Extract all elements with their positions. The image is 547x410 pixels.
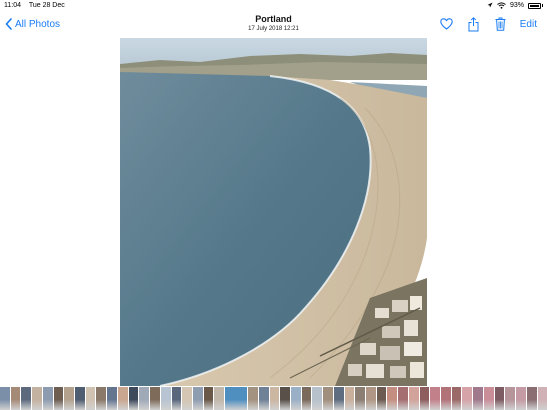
thumbnail[interactable] xyxy=(85,387,96,410)
thumbnail[interactable] xyxy=(505,387,516,410)
thumbnail[interactable] xyxy=(473,387,483,410)
thumbnail[interactable] xyxy=(301,387,312,410)
thumbnail[interactable] xyxy=(171,387,182,410)
thumbnail[interactable] xyxy=(64,387,75,410)
status-left: 11:04 Tue 28 Dec xyxy=(4,0,71,11)
status-right: 93% xyxy=(487,0,543,11)
thumbnail[interactable] xyxy=(537,387,547,410)
battery-icon xyxy=(528,2,541,9)
status-bar: 11:04 Tue 28 Dec 93% xyxy=(0,0,547,11)
thumbnail[interactable] xyxy=(516,387,526,410)
thumbnail[interactable] xyxy=(53,387,64,410)
thumbnail-current[interactable] xyxy=(224,386,249,410)
thumbnail[interactable] xyxy=(366,387,376,410)
status-date: Tue 28 Dec xyxy=(28,2,65,9)
trash-icon xyxy=(495,17,506,31)
back-button[interactable]: All Photos xyxy=(5,15,60,33)
thumbnail[interactable] xyxy=(398,387,408,410)
nav-actions: Edit xyxy=(427,15,537,33)
thumbnail[interactable] xyxy=(483,387,494,410)
main-photo[interactable] xyxy=(120,38,427,386)
thumbnail[interactable] xyxy=(75,387,85,410)
thumbnail[interactable] xyxy=(441,387,451,410)
thumbnail[interactable] xyxy=(0,387,10,410)
thumbnail[interactable] xyxy=(96,387,107,410)
thumbnail[interactable] xyxy=(312,387,323,410)
thumbnail[interactable] xyxy=(355,387,365,410)
thumbnail[interactable] xyxy=(526,387,537,410)
nav-bar: All Photos Portland 17 July 2018 12:21 E… xyxy=(0,11,547,38)
thumbnail[interactable] xyxy=(32,387,42,410)
share-button[interactable] xyxy=(467,16,481,32)
thumbnail[interactable] xyxy=(258,387,269,410)
location-icon xyxy=(487,2,493,8)
thumbnail[interactable] xyxy=(214,387,225,410)
chevron-left-icon xyxy=(5,18,12,30)
thumbnail[interactable] xyxy=(248,387,258,410)
thumbnail[interactable] xyxy=(139,387,150,410)
thumbnail[interactable] xyxy=(10,387,21,410)
thumbnail[interactable] xyxy=(203,387,214,410)
delete-button[interactable] xyxy=(494,16,508,32)
thumbnail[interactable] xyxy=(494,387,505,410)
thumbnail[interactable] xyxy=(408,387,419,410)
thumbnail[interactable] xyxy=(451,387,462,410)
edit-button[interactable]: Edit xyxy=(520,19,537,30)
thumbnail[interactable] xyxy=(387,387,398,410)
thumbnail[interactable] xyxy=(376,387,387,410)
page-title: Portland xyxy=(255,14,292,24)
share-icon xyxy=(468,16,479,31)
thumbnail[interactable] xyxy=(128,387,139,410)
thumbnail[interactable] xyxy=(150,387,160,410)
thumbnail[interactable] xyxy=(42,387,53,410)
back-label: All Photos xyxy=(15,18,61,30)
thumbnail[interactable] xyxy=(192,387,203,410)
battery-tip xyxy=(542,4,543,7)
thumbnail[interactable] xyxy=(333,387,344,410)
thumbnail[interactable] xyxy=(107,387,117,410)
wifi-icon xyxy=(497,2,506,9)
thumbnail-strip[interactable] xyxy=(0,386,547,410)
thumbnail[interactable] xyxy=(182,387,192,410)
thumbnail[interactable] xyxy=(290,387,301,410)
beach-landscape-image xyxy=(120,38,427,386)
battery-percent: 93% xyxy=(509,2,524,9)
thumbnail[interactable] xyxy=(419,387,430,410)
favorite-button[interactable] xyxy=(440,16,454,32)
thumbnail[interactable] xyxy=(462,387,473,410)
thumbnail[interactable] xyxy=(280,387,290,410)
title-block: Portland 17 July 2018 12:21 xyxy=(200,14,347,33)
status-time: 11:04 xyxy=(4,2,21,9)
thumbnail[interactable] xyxy=(117,387,128,410)
page-subtitle: 17 July 2018 12:21 xyxy=(248,26,299,32)
thumbnail[interactable] xyxy=(323,387,333,410)
thumbnail[interactable] xyxy=(269,387,280,410)
thumbnail[interactable] xyxy=(344,387,355,410)
thumbnail[interactable] xyxy=(21,387,32,410)
thumbnail[interactable] xyxy=(430,387,441,410)
thumbnail[interactable] xyxy=(160,387,171,410)
heart-icon xyxy=(440,18,454,30)
